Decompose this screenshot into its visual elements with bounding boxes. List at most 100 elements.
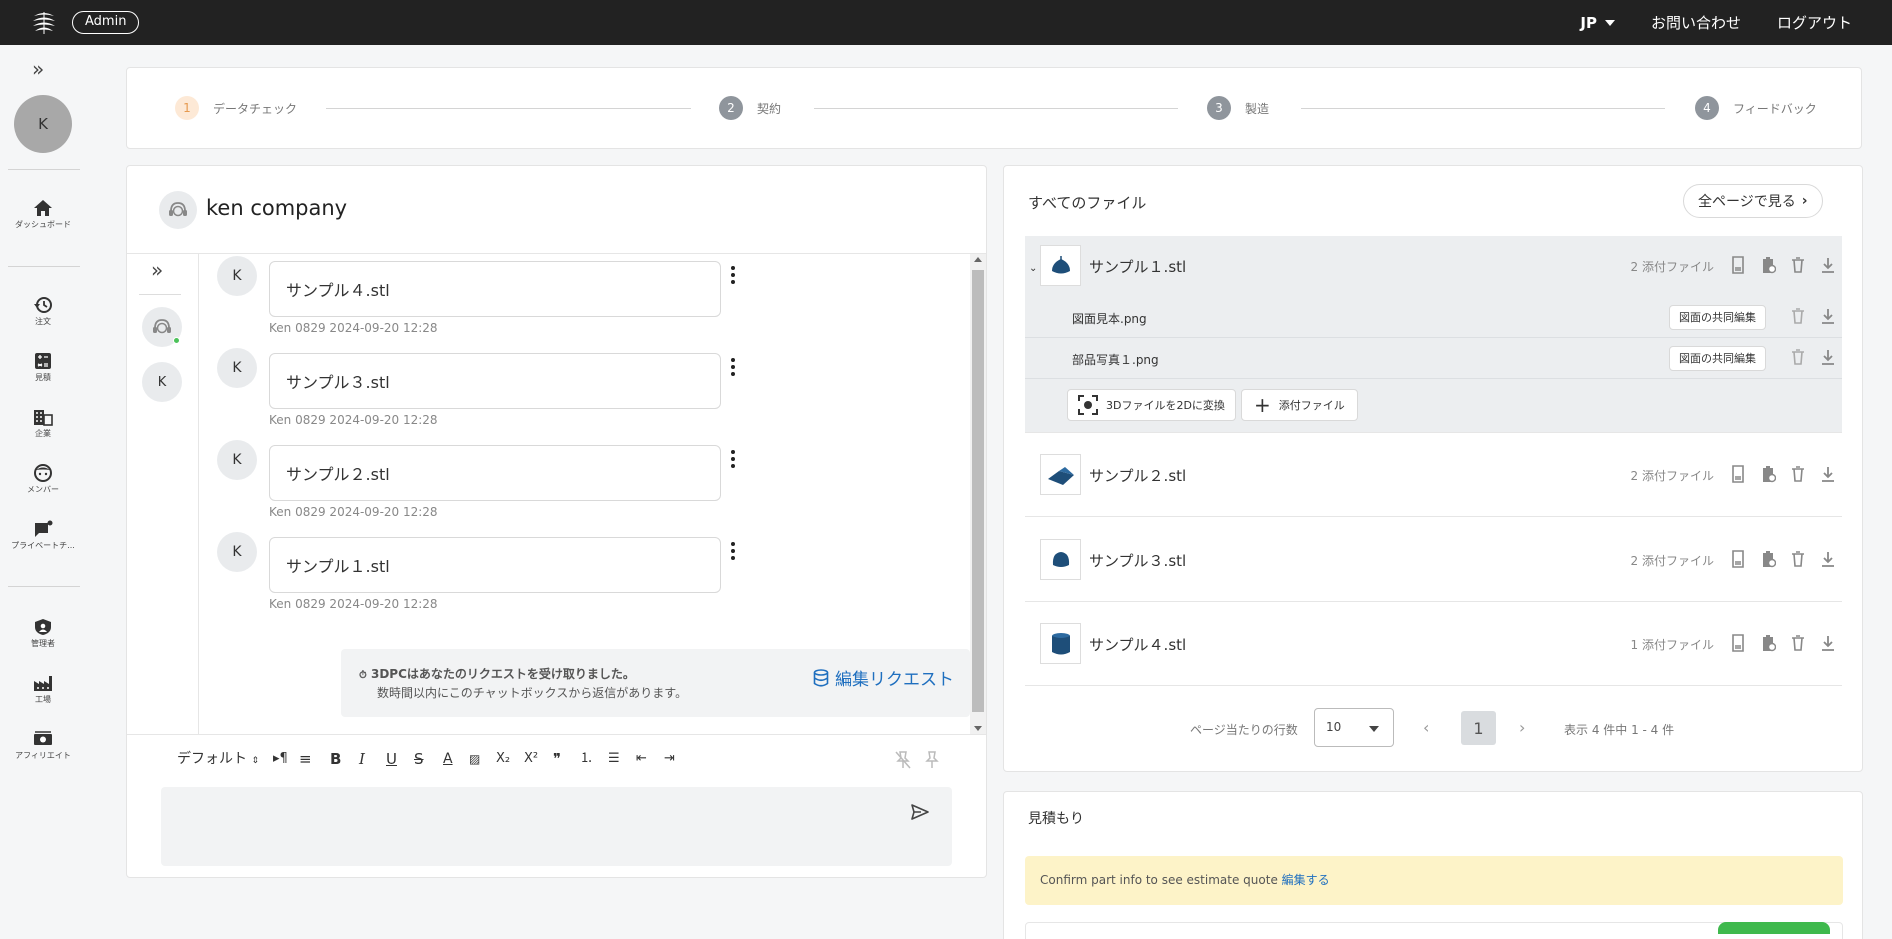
attachment-count: 1 添付ファイル — [1630, 638, 1714, 652]
step-feedback[interactable]: 4 フィードバック — [1695, 96, 1817, 120]
download-icon[interactable] — [1820, 348, 1836, 366]
subscript-button[interactable]: X₂ — [496, 749, 510, 769]
underline-button[interactable]: U — [386, 749, 397, 769]
edit-part-info-link[interactable]: 編集する — [1282, 873, 1330, 887]
clipboard-add-icon[interactable] — [1760, 256, 1776, 274]
paragraph-direction-icon[interactable]: ▸¶ — [273, 749, 288, 769]
blockquote-button[interactable]: ❞ — [553, 749, 561, 769]
file-row[interactable]: サンプル３.stl 2 添付ファイル — [1025, 517, 1842, 602]
sidebar-item-dashboard[interactable]: ダッシュボード — [0, 199, 86, 230]
superscript-button[interactable]: X² — [524, 749, 538, 769]
download-icon[interactable] — [1820, 550, 1836, 568]
bold-button[interactable]: B — [330, 749, 341, 769]
send-icon[interactable] — [910, 803, 930, 821]
expand-members-icon[interactable]: » — [151, 258, 163, 282]
current-page-button[interactable]: 1 — [1461, 711, 1496, 745]
align-icon[interactable]: ≡ — [299, 749, 312, 769]
logo-icon[interactable] — [30, 8, 58, 36]
language-selector[interactable]: JP — [1580, 14, 1615, 32]
contact-link[interactable]: お問い合わせ — [1651, 12, 1741, 33]
trash-icon[interactable] — [1790, 256, 1806, 274]
download-icon[interactable] — [1820, 465, 1836, 483]
attachment-row[interactable]: 部品写真１.png 図面の共同編集 — [1025, 338, 1842, 379]
prev-page-icon[interactable]: ‹ — [1423, 718, 1429, 737]
member-avatar-k[interactable]: K — [142, 362, 182, 402]
step-data-check[interactable]: 1 データチェック — [175, 96, 297, 120]
co-edit-drawing-button[interactable]: 図面の共同編集 — [1669, 305, 1766, 330]
view-all-pages-button[interactable]: 全ページで見る › — [1683, 184, 1823, 218]
sidebar-item-companies[interactable]: 企業 — [0, 408, 86, 439]
next-page-icon[interactable]: › — [1519, 718, 1525, 737]
italic-button[interactable]: I — [359, 749, 365, 769]
trash-icon[interactable] — [1790, 348, 1806, 366]
top-bar: Admin JP お問い合わせ ログアウト — [0, 0, 1892, 45]
user-avatar[interactable]: K — [14, 95, 72, 153]
document-icon[interactable] — [1730, 634, 1746, 652]
font-color-button[interactable]: A — [443, 749, 453, 769]
more-vertical-icon[interactable] — [729, 542, 737, 560]
chevron-down-icon[interactable]: ⌄ — [1029, 263, 1037, 274]
step-manufacturing[interactable]: 3 製造 — [1207, 96, 1269, 120]
ordered-list-icon[interactable]: ⒈ — [580, 749, 593, 769]
more-vertical-icon[interactable] — [729, 266, 737, 284]
sidebar-item-affiliate[interactable]: アフィリエイト — [0, 730, 86, 761]
more-vertical-icon[interactable] — [729, 358, 737, 376]
notice-body: 数時間以内にこのチャットボックスから返信があります。 — [377, 686, 688, 700]
trash-icon[interactable] — [1790, 465, 1806, 483]
sidebar-item-private-chat[interactable]: プライベートチ... — [0, 520, 86, 551]
outdent-icon[interactable]: ⇤ — [636, 749, 647, 769]
scroll-down-icon[interactable] — [974, 726, 982, 731]
file-row[interactable]: サンプル４.stl 1 添付ファイル — [1025, 602, 1842, 686]
highlight-color-icon[interactable]: ▨ — [469, 749, 480, 769]
sidebar-item-orders[interactable]: 注文 — [0, 296, 86, 327]
message-bubble[interactable]: サンプル３.stl — [269, 353, 721, 409]
chat-scrollbar[interactable] — [970, 254, 986, 734]
message-input[interactable] — [161, 787, 952, 866]
message-bubble[interactable]: サンプル１.stl — [269, 537, 721, 593]
add-attachment-button[interactable]: + 添付ファイル — [1241, 389, 1358, 421]
estimate-row[interactable] — [1025, 922, 1843, 939]
trash-icon[interactable] — [1790, 550, 1806, 568]
trash-icon[interactable] — [1790, 634, 1806, 652]
file-row[interactable]: サンプル２.stl 2 添付ファイル — [1025, 433, 1842, 517]
logout-link[interactable]: ログアウト — [1777, 12, 1852, 33]
strikethrough-button[interactable]: S — [414, 749, 424, 769]
sidebar-item-quotes[interactable]: 見積 — [0, 352, 86, 383]
edit-request-link[interactable]: 編集リクエスト — [813, 665, 954, 690]
rows-per-page-select[interactable]: 10 — [1314, 708, 1394, 747]
sidebar-item-factory[interactable]: 工場 — [0, 674, 86, 705]
download-icon[interactable] — [1820, 256, 1836, 274]
shield-user-icon — [35, 619, 51, 635]
co-edit-drawing-button[interactable]: 図面の共同編集 — [1669, 346, 1766, 371]
scroll-up-icon[interactable] — [974, 257, 982, 262]
add-attachment-label: 添付ファイル — [1278, 399, 1345, 412]
message-bubble[interactable]: サンプル２.stl — [269, 445, 721, 501]
convert-3d-to-2d-button[interactable]: 3Dファイルを2Dに変換 — [1067, 389, 1236, 421]
unpin-icon[interactable] — [894, 750, 912, 770]
document-icon[interactable] — [1730, 550, 1746, 568]
clipboard-add-icon[interactable] — [1760, 465, 1776, 483]
document-icon[interactable] — [1730, 465, 1746, 483]
message-bubble[interactable]: サンプル４.stl — [269, 261, 721, 317]
download-icon[interactable] — [1820, 307, 1836, 325]
attachment-row[interactable]: 図面見本.png 図面の共同編集 — [1025, 297, 1842, 338]
more-vertical-icon[interactable] — [729, 450, 737, 468]
clipboard-add-icon[interactable] — [1760, 634, 1776, 652]
file-row[interactable]: ⌄ サンプル１.stl 2 添付ファイル 図面見本.png 図面の共同編集 部品… — [1025, 236, 1842, 433]
download-icon[interactable] — [1820, 634, 1836, 652]
company-name: ken company — [206, 196, 348, 220]
expand-sidebar-icon[interactable]: » — [32, 57, 44, 81]
sidebar-item-admin[interactable]: 管理者 — [0, 618, 86, 649]
clipboard-add-icon[interactable] — [1760, 550, 1776, 568]
member-avatar-support[interactable] — [142, 307, 182, 347]
step-contract[interactable]: 2 契約 — [719, 96, 781, 120]
scrollbar-thumb[interactable] — [972, 270, 984, 712]
sidebar-item-members[interactable]: メンバー — [0, 464, 86, 495]
document-icon[interactable] — [1730, 256, 1746, 274]
bullet-list-icon[interactable]: ☰ — [608, 749, 620, 769]
attachment-actions — [1790, 307, 1836, 325]
indent-icon[interactable]: ⇥ — [664, 749, 675, 769]
pin-icon[interactable] — [923, 750, 941, 770]
trash-icon[interactable] — [1790, 307, 1806, 325]
font-select[interactable]: デフォルト ⇕ — [177, 749, 259, 769]
